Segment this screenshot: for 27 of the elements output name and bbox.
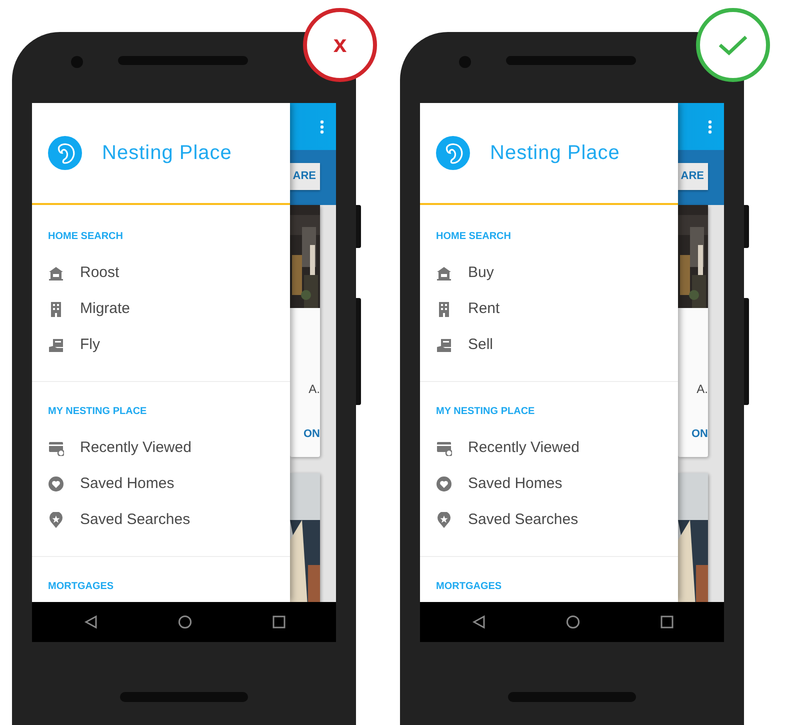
menu-item[interactable]: Recently Viewed [48, 430, 290, 466]
menu-item[interactable]: Buy [436, 255, 678, 291]
menu-item[interactable]: Saved Homes [48, 466, 290, 502]
section-heading: MY NESTING PLACE [436, 406, 535, 418]
section-heading: MORTGAGES [436, 581, 502, 593]
menu-item[interactable]: Sell [436, 327, 678, 363]
menu-item[interactable]: Recently Viewed [436, 430, 678, 466]
section-heading: MORTGAGES [48, 581, 114, 593]
card-text: A. [308, 381, 320, 398]
menu-item[interactable]: Fly [48, 327, 290, 363]
app-title: Nesting Place [102, 141, 232, 166]
card-link[interactable]: ON [290, 398, 320, 456]
action-button[interactable]: ARE [678, 163, 708, 190]
menu-item[interactable]: Saved Searches [48, 502, 290, 538]
menu-item[interactable]: Roost [48, 255, 290, 291]
section-heading: MY NESTING PLACE [48, 406, 147, 418]
card-link[interactable]: ON [678, 398, 708, 456]
menu-item[interactable]: Saved Homes [436, 466, 678, 502]
section-heading: HOME SEARCH [436, 231, 512, 243]
menu-item[interactable]: Saved Searches [436, 502, 678, 538]
action-button[interactable]: ARE [290, 163, 320, 190]
app-title: Nesting Place [490, 141, 620, 166]
menu-item[interactable]: Rent [436, 291, 678, 327]
cross-mark: x [333, 33, 347, 57]
section-heading: HOME SEARCH [48, 231, 124, 243]
menu-item[interactable]: Migrate [48, 291, 290, 327]
card-text: A. [696, 381, 708, 398]
